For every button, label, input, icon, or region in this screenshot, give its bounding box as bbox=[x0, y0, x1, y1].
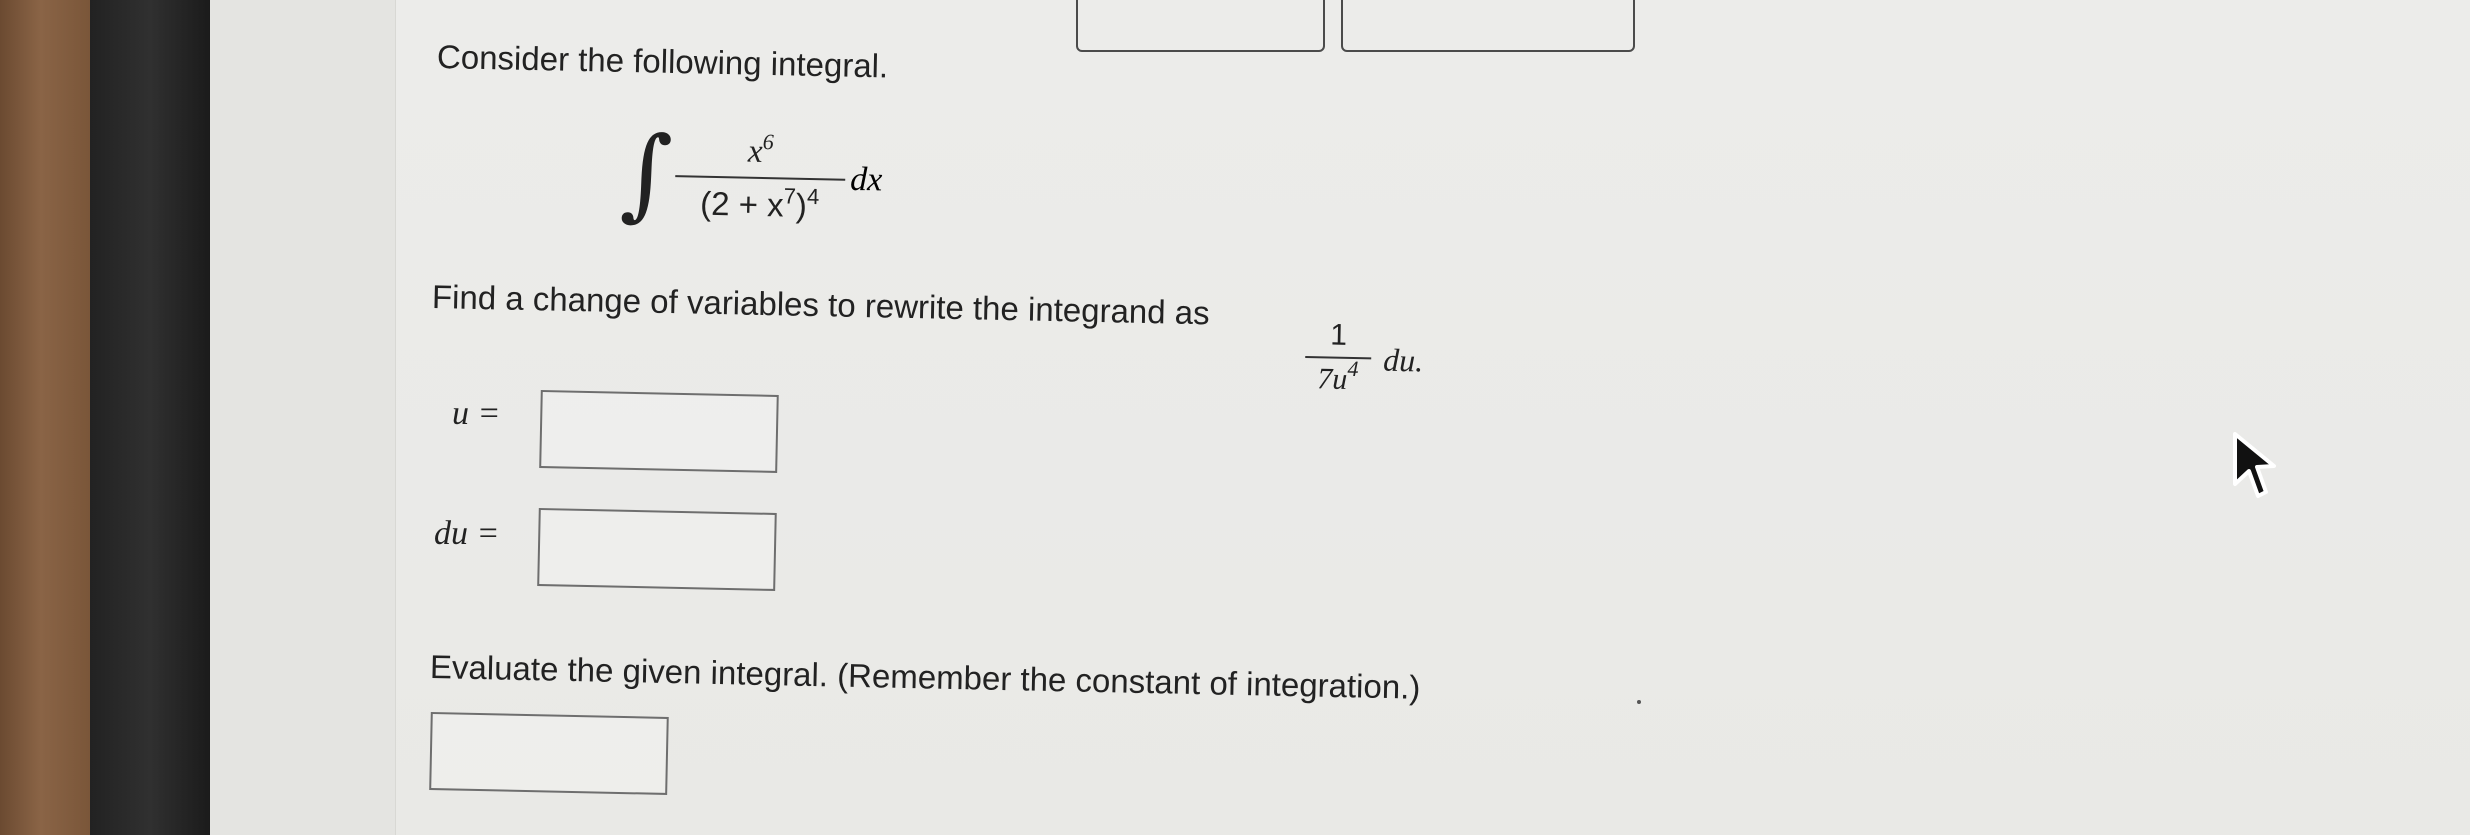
top-tab-button[interactable] bbox=[1076, 0, 1325, 52]
rewrite-fraction-bar bbox=[1305, 356, 1372, 360]
denominator-outer-exponent: 4 bbox=[806, 183, 820, 210]
desk-background bbox=[0, 0, 90, 835]
du-label: du = bbox=[434, 515, 500, 552]
screen-dot bbox=[1637, 700, 1641, 704]
rewrite-denominator: 7u4 bbox=[1304, 356, 1371, 399]
mouse-cursor-icon bbox=[2233, 432, 2276, 498]
numerator-base: x bbox=[747, 133, 763, 170]
denominator-inner-exponent: 7 bbox=[783, 183, 797, 209]
integral-fraction: x6 (2 + x7)4 bbox=[674, 129, 846, 227]
fraction-bar bbox=[675, 175, 846, 181]
monitor-bezel bbox=[90, 0, 210, 835]
integral-numerator: x6 bbox=[675, 129, 846, 175]
screen: Consider the following integral. ∫ x6 (2… bbox=[0, 0, 2470, 835]
rewritten-integrand: 1 7u4 du. bbox=[1304, 318, 1446, 421]
numerator-exponent: 6 bbox=[762, 128, 775, 155]
rewrite-denominator-base: 7u bbox=[1316, 362, 1348, 396]
top-tab-button[interactable] bbox=[1341, 0, 1635, 52]
rewrite-denominator-exponent: 4 bbox=[1347, 355, 1359, 382]
rewrite-numerator: 1 bbox=[1330, 318, 1348, 352]
integral-differential: dx bbox=[849, 160, 883, 199]
integral-sign-icon: ∫ bbox=[619, 114, 674, 233]
integral-denominator: (2 + x7)4 bbox=[674, 183, 845, 227]
u-label: u = bbox=[452, 395, 501, 432]
du-answer-input[interactable] bbox=[537, 508, 777, 591]
denominator-prefix: (2 + x bbox=[699, 184, 785, 224]
integral-answer-input[interactable] bbox=[429, 712, 669, 795]
left-gutter bbox=[210, 0, 395, 835]
integral-expression: ∫ x6 (2 + x7)4 dx bbox=[619, 114, 921, 254]
u-answer-input[interactable] bbox=[539, 390, 779, 473]
rewrite-differential: du. bbox=[1382, 341, 1424, 379]
denominator-suffix: ) bbox=[795, 186, 808, 224]
